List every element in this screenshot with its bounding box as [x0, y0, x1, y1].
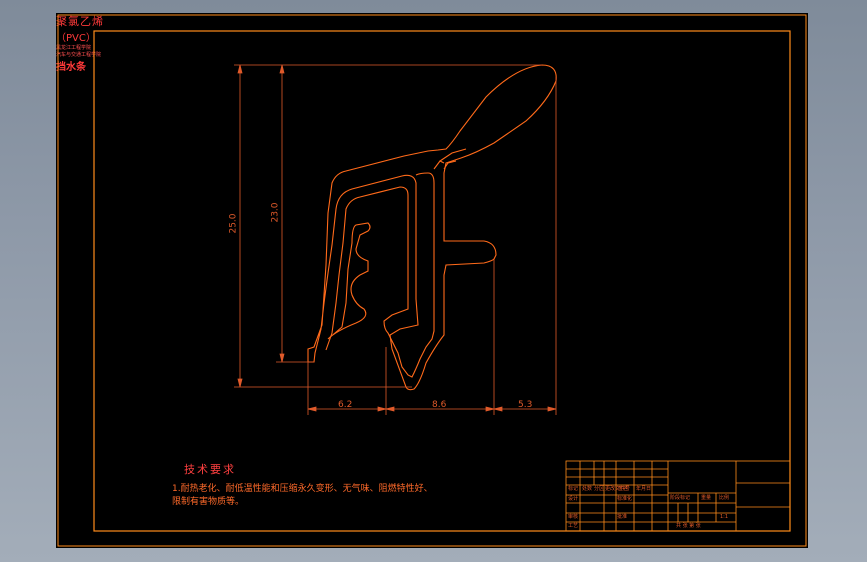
dim-width-left: 6.2	[338, 400, 353, 410]
tb-date: 年月日	[636, 486, 652, 492]
tb-scale: 比例	[719, 495, 730, 501]
drawing-canvas[interactable]: 25.0 23.0 6.2 8.6 5.3 技术要求 1.耐热老化、耐低温性能和…	[56, 13, 808, 548]
seal-profile	[307, 64, 557, 391]
tb-standardize: 标准化	[617, 496, 633, 502]
dimension-lines	[234, 64, 557, 415]
dim-width-middle: 8.6	[432, 400, 447, 410]
tb-design: 设计	[568, 496, 579, 502]
dim-width-right: 5.3	[518, 400, 533, 410]
tb-sheets: 共 张 第 张	[676, 523, 701, 529]
dim-overall-height: 25.0	[228, 213, 239, 234]
dim-inner-height: 23.0	[270, 202, 281, 223]
tech-requirements-line1: 1.耐热老化、耐低温性能和压缩永久变形、无气味、阻燃特性好、	[172, 484, 433, 494]
tech-requirements-title: 技术要求	[184, 463, 236, 476]
tb-scale-value: 1:1	[720, 514, 729, 520]
tech-requirements-line2: 限制有害物质等。	[172, 497, 245, 507]
tb-approve: 批准	[617, 514, 628, 520]
tb-mark: 标记	[568, 486, 579, 492]
tb-zone: 分区	[594, 486, 605, 492]
tb-review: 审核	[568, 514, 579, 520]
tb-stage-mark: 阶段标记	[670, 495, 691, 501]
drawing-svg	[57, 14, 807, 547]
tb-weight: 重量	[701, 495, 712, 501]
outer-border	[57, 14, 807, 547]
tb-count: 处数	[582, 486, 593, 492]
inner-frame	[93, 30, 791, 532]
tb-process: 工艺	[568, 523, 579, 529]
tb-signature: 签名	[618, 486, 629, 492]
